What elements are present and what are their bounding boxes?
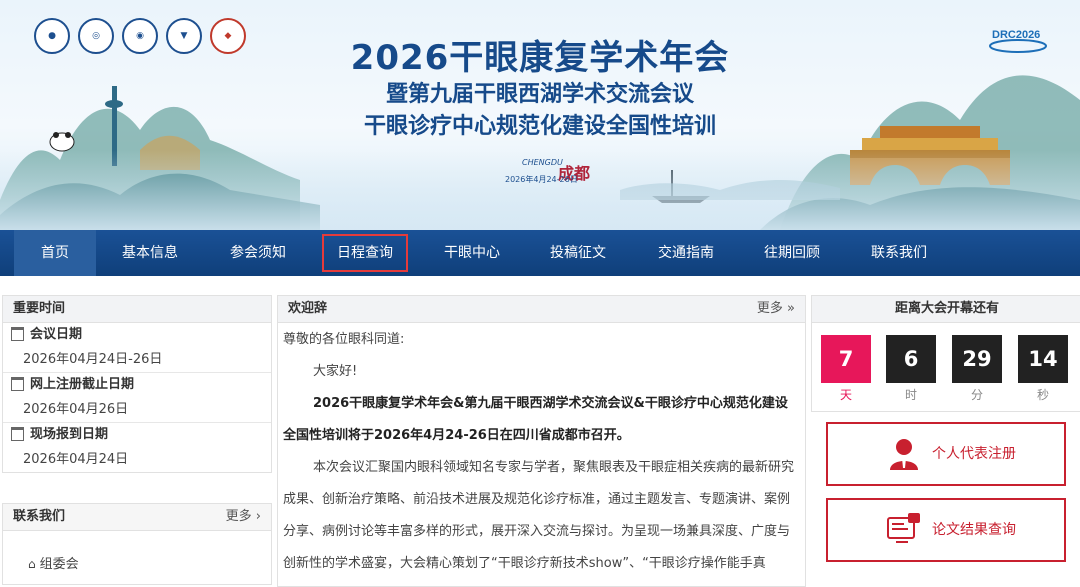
contact-more-link[interactable]: 更多 › bbox=[226, 504, 261, 530]
banner-city: CHENGDU bbox=[522, 158, 563, 167]
banner-title-line2: 暨第九届干眼西湖学术交流会议 bbox=[385, 82, 694, 107]
welcome-more-link[interactable]: 更多 » bbox=[757, 296, 795, 322]
countdown-unit-seconds: 秒 bbox=[1036, 388, 1049, 402]
welcome-article: 尊敬的各位眼科同道: 大家好! 2026干眼康复学术年会&第九届干眼西湖学术交流… bbox=[283, 324, 799, 580]
banner: ● ◎ ◉ ▼ ◆ DRC2026 2026干眼康复学术年会 暨第九届干眼西湖学… bbox=[0, 0, 1080, 230]
date-label-meeting-text: 会议日期 bbox=[30, 327, 83, 342]
date-label-checkin: 现场报到日期 bbox=[3, 423, 271, 447]
calendar-icon bbox=[11, 426, 24, 441]
nav-item-submission[interactable]: 投稿征文 bbox=[532, 230, 624, 276]
countdown-unit-hours: 时 bbox=[904, 388, 917, 402]
date-value-checkin: 2026年04月24日 bbox=[23, 452, 129, 467]
important-dates-title: 重要时间 bbox=[3, 296, 271, 323]
welcome-greeting: 尊敬的各位眼科同道: bbox=[283, 332, 405, 347]
countdown-unit-minutes: 分 bbox=[970, 388, 983, 402]
welcome-para: 本次会议汇聚国内眼科领域知名专家与学者，聚焦眼表及干眼症相关疾病的最新研究成果、… bbox=[283, 460, 795, 571]
welcome-title: 欢迎辞 bbox=[288, 301, 328, 316]
paper-result-button[interactable]: 论文结果查询 bbox=[826, 498, 1066, 562]
date-label-meeting: 会议日期 bbox=[3, 323, 271, 347]
banner-title-line1: 2026干眼康复学术年会 bbox=[350, 38, 730, 78]
home-icon: ⌂ bbox=[28, 557, 36, 571]
date-label-registration-text: 网上注册截止日期 bbox=[30, 377, 135, 392]
banner-title-line3: 干眼诊疗中心规范化建设全国性培训 bbox=[363, 114, 716, 139]
main-nav: 首页 基本信息 参会须知 日程查询 干眼中心 投稿征文 交通指南 往期回顾 联系… bbox=[0, 230, 1080, 276]
register-button-label: 个人代表注册 bbox=[932, 446, 1016, 462]
countdown-unit-days: 天 bbox=[839, 388, 852, 402]
welcome-hello: 大家好! bbox=[313, 364, 358, 379]
nav-item-notice[interactable]: 参会须知 bbox=[212, 230, 304, 276]
welcome-panel-head: 欢迎辞 更多 » bbox=[278, 296, 805, 323]
date-label-registration: 网上注册截止日期 bbox=[3, 373, 271, 397]
banner-date: 2026年4月24-26日 bbox=[505, 175, 578, 184]
nav-item-basic-info[interactable]: 基本信息 bbox=[104, 230, 196, 276]
nav-item-review[interactable]: 往期回顾 bbox=[746, 230, 838, 276]
date-value-meeting: 2026年04月24日-26日 bbox=[3, 347, 271, 373]
countdown-seconds: 14 bbox=[1018, 335, 1068, 383]
date-value-registration: 2026年04月26日 bbox=[3, 397, 271, 423]
nav-item-home[interactable]: 首页 bbox=[14, 230, 96, 276]
calendar-icon bbox=[11, 376, 24, 391]
contact-panel-head: 联系我们 更多 › bbox=[3, 504, 271, 531]
countdown-minutes: 29 bbox=[952, 335, 1002, 383]
paper-result-button-label: 论文结果查询 bbox=[932, 522, 1016, 538]
nav-item-dry-eye-center[interactable]: 干眼中心 bbox=[426, 230, 518, 276]
nav-item-schedule[interactable]: 日程查询 bbox=[322, 234, 408, 272]
important-dates-panel: 重要时间 会议日期 2026年04月24日-26日 网上注册截止日期 2026年… bbox=[2, 295, 272, 473]
contact-item-label: 组委会 bbox=[39, 557, 79, 572]
date-label-checkin-text: 现场报到日期 bbox=[30, 427, 109, 442]
countdown-title: 距离大会开幕还有 bbox=[812, 296, 1080, 323]
contact-title: 联系我们 bbox=[13, 509, 66, 524]
register-button[interactable]: 个人代表注册 bbox=[826, 422, 1066, 486]
calendar-icon bbox=[11, 326, 24, 341]
countdown-days: 7 bbox=[821, 335, 871, 383]
contact-panel: 联系我们 更多 › bbox=[2, 503, 272, 585]
welcome-bold-para: 2026干眼康复学术年会&第九届干眼西湖学术交流会议&干眼诊疗中心规范化建设全国… bbox=[283, 396, 788, 443]
nav-item-traffic[interactable]: 交通指南 bbox=[640, 230, 732, 276]
person-icon bbox=[890, 439, 918, 470]
contact-item-committee[interactable]: ⌂ 组委会 bbox=[28, 553, 79, 572]
countdown-hours: 6 bbox=[886, 335, 936, 383]
nav-item-contact[interactable]: 联系我们 bbox=[852, 230, 946, 276]
document-query-icon bbox=[887, 513, 920, 543]
